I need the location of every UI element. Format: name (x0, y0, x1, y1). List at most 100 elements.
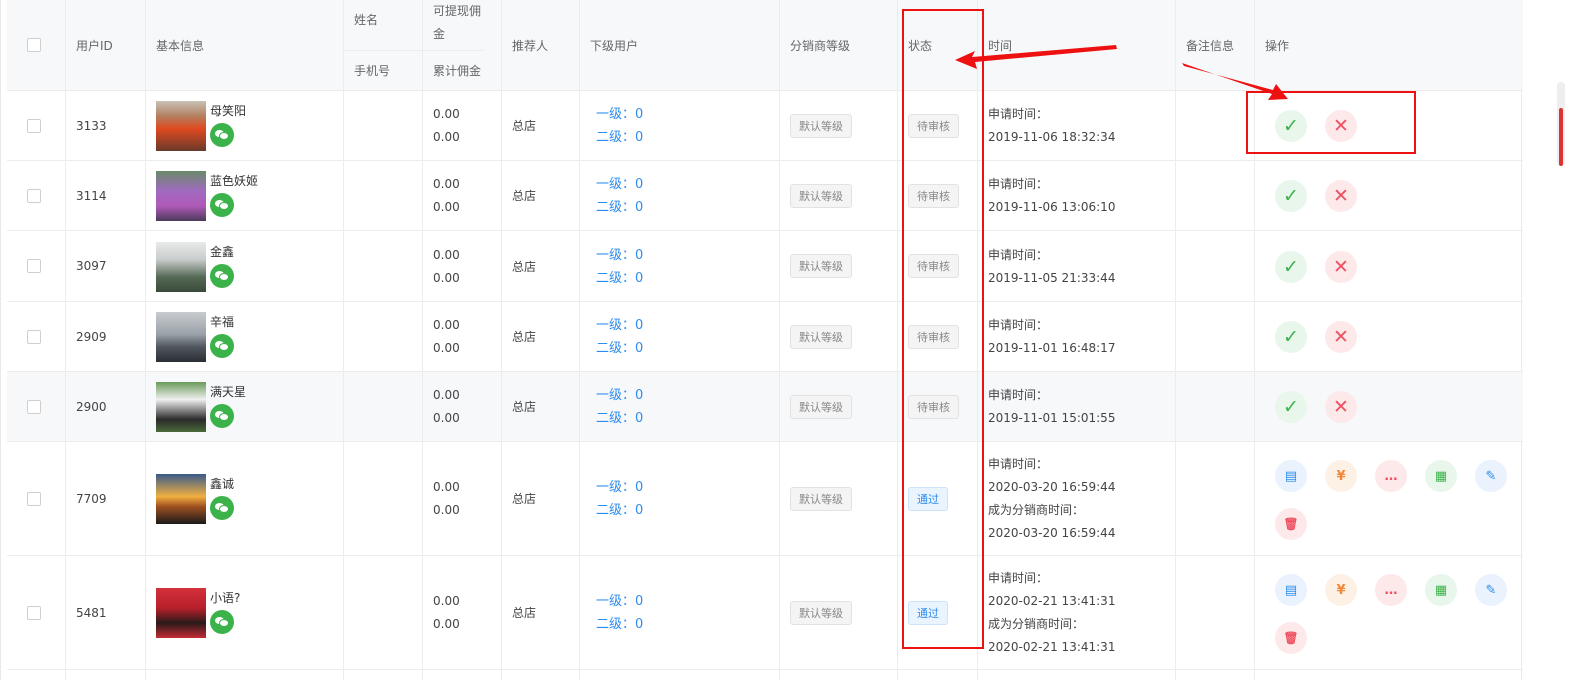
total-commission: 0.00 (433, 503, 460, 517)
qrcode-icon: ▦ (1434, 468, 1448, 484)
edit-button[interactable]: ✎ (1475, 574, 1507, 606)
cell-sub (580, 670, 780, 680)
level2-subordinates-link[interactable]: 二级：0 (596, 499, 643, 522)
row-checkbox[interactable] (27, 399, 41, 414)
reject-button[interactable]: ✕ (1325, 391, 1357, 423)
delete-button[interactable]: 🗑 (1275, 508, 1307, 540)
withdrawable-commission: 0.00 (433, 388, 460, 402)
user-id[interactable]: 5481 (66, 606, 107, 620)
user-id[interactable]: 2909 (66, 330, 107, 344)
cell-act: ▤ ¥ … ▦ ✎ 🗑 (1255, 556, 1523, 669)
table-row: 2900 满天星 0.00 0.00 总店 一级：0 二级：0 默认等级 待审核 申请时间： 201… (7, 372, 1523, 442)
apply-time: 2020-02-21 13:41:31 (988, 594, 1116, 608)
referrer: 总店 (512, 400, 537, 414)
user-id[interactable]: 3114 (66, 189, 107, 203)
row-checkbox[interactable] (27, 329, 41, 344)
pencil-icon: ✎ (1485, 582, 1497, 598)
cell-info: 金鑫 (146, 231, 344, 301)
level2-subordinates-link[interactable]: 二级：0 (596, 126, 643, 149)
header-uid: 用户ID (76, 38, 113, 53)
header-lvl: 分销商等级 (790, 38, 851, 53)
level2-subordinates-link[interactable]: 二级：0 (596, 613, 643, 636)
commission-button[interactable]: ¥ (1325, 574, 1357, 606)
level2-subordinates-link[interactable]: 二级：0 (596, 267, 643, 290)
apply-time: 2019-11-01 15:01:55 (988, 411, 1116, 425)
header-act: 操作 (1265, 38, 1290, 53)
cell-uid (66, 670, 146, 680)
reject-button[interactable]: ✕ (1325, 321, 1357, 353)
reject-button[interactable]: ✕ (1325, 180, 1357, 212)
distributor-table-panel: 用户ID 基本信息 姓名 手机号 可提现佣金 累计佣金 推荐人 下级用户 分销商等级 状态 时间 备注… (0, 0, 1523, 680)
referrer: 总店 (512, 259, 537, 274)
delete-button[interactable]: 🗑 (1275, 622, 1307, 654)
cell-sub: 一级：0 二级：0 (580, 231, 780, 301)
message-icon: … (1384, 582, 1398, 598)
detail-button[interactable]: ▤ (1275, 574, 1307, 606)
level1-subordinates-link[interactable]: 一级：0 (596, 590, 643, 613)
cell-money: 0.00 0.00 (423, 556, 502, 669)
distributor-level-badge: 默认等级 (790, 254, 852, 278)
table-row: 2909 辛福 0.00 0.00 总店 一级：0 二级：0 默认等级 待审核 申请时间： 2019… (7, 302, 1523, 372)
message-button[interactable]: … (1375, 574, 1407, 606)
level2-subordinates-link[interactable]: 二级：0 (596, 407, 643, 430)
cell-time: 申请时间： 2019-11-06 13:06:10 (978, 161, 1176, 230)
cell-lvl: 默认等级 (780, 231, 898, 301)
cell-remark (1176, 442, 1255, 555)
qrcode-button[interactable]: ▦ (1425, 460, 1457, 492)
cell-time: 申请时间： 2020-02-21 13:41:31 成为分销商时间： 2020-02-… (978, 556, 1176, 669)
wechat-icon (210, 193, 234, 217)
total-commission: 0.00 (433, 270, 460, 285)
edit-button[interactable]: ✎ (1475, 460, 1507, 492)
approve-button[interactable]: ✓ (1275, 110, 1307, 142)
cell-time: 申请时间： 2019-11-06 18:32:34 (978, 91, 1176, 160)
cell-money: 0.00 0.00 (423, 372, 502, 441)
time-label-apply: 申请时间： (988, 571, 1049, 585)
level1-subordinates-link[interactable]: 一级：0 (596, 384, 643, 407)
header-time: 时间 (988, 38, 1013, 53)
header-sub: 下级用户 (590, 38, 639, 53)
cell-status: 待审核 (898, 372, 978, 441)
approved-time: 2020-02-21 13:41:31 (988, 640, 1116, 654)
time-label-apply: 申请时间： (988, 177, 1049, 191)
level1-subordinates-link[interactable]: 一级：0 (596, 314, 643, 337)
approve-button[interactable]: ✓ (1275, 250, 1307, 283)
header-ref: 推荐人 (512, 38, 549, 53)
cell-sub: 一级：0 二级：0 (580, 302, 780, 371)
level1-subordinates-link[interactable]: 一级：0 (596, 476, 643, 499)
level1-subordinates-link[interactable]: 一级：0 (596, 103, 643, 126)
level1-subordinates-link[interactable]: 一级：0 (596, 173, 643, 196)
user-id[interactable]: 3097 (66, 259, 107, 273)
row-checkbox[interactable] (27, 188, 41, 203)
row-checkbox[interactable] (27, 491, 41, 506)
withdrawable-commission: 0.00 (433, 177, 460, 191)
select-all-checkbox[interactable] (27, 38, 41, 52)
row-checkbox[interactable] (27, 605, 41, 620)
header-remark: 备注信息 (1186, 38, 1235, 53)
row-checkbox[interactable] (27, 259, 41, 273)
approve-button[interactable]: ✓ (1275, 391, 1307, 423)
detail-button[interactable]: ▤ (1275, 460, 1307, 492)
approve-button[interactable]: ✓ (1275, 321, 1307, 353)
message-button[interactable]: … (1375, 460, 1407, 492)
level2-subordinates-link[interactable]: 二级：0 (596, 337, 643, 360)
cell-uid: 用户ID (66, 0, 146, 90)
user-id[interactable]: 7709 (66, 492, 107, 506)
qrcode-button[interactable]: ▦ (1425, 574, 1457, 606)
cell-name (344, 91, 423, 160)
user-id[interactable]: 2900 (66, 400, 107, 414)
cell-check (7, 231, 66, 301)
cell-act: ✓ ✕ (1255, 372, 1523, 441)
commission-button[interactable]: ¥ (1325, 460, 1357, 492)
reject-button[interactable]: ✕ (1325, 110, 1357, 142)
level2-subordinates-link[interactable]: 二级：0 (596, 196, 643, 219)
cell-name (344, 302, 423, 371)
page-scrollbar[interactable] (1557, 82, 1565, 166)
cell-name (344, 556, 423, 669)
user-id[interactable]: 3133 (66, 119, 107, 133)
row-checkbox[interactable] (27, 118, 41, 133)
level1-subordinates-link[interactable]: 一级：0 (596, 244, 643, 267)
distributor-level-badge: 默认等级 (790, 113, 852, 138)
approve-button[interactable]: ✓ (1275, 180, 1307, 212)
reject-button[interactable]: ✕ (1325, 250, 1357, 283)
check-icon: ✓ (1283, 326, 1299, 348)
